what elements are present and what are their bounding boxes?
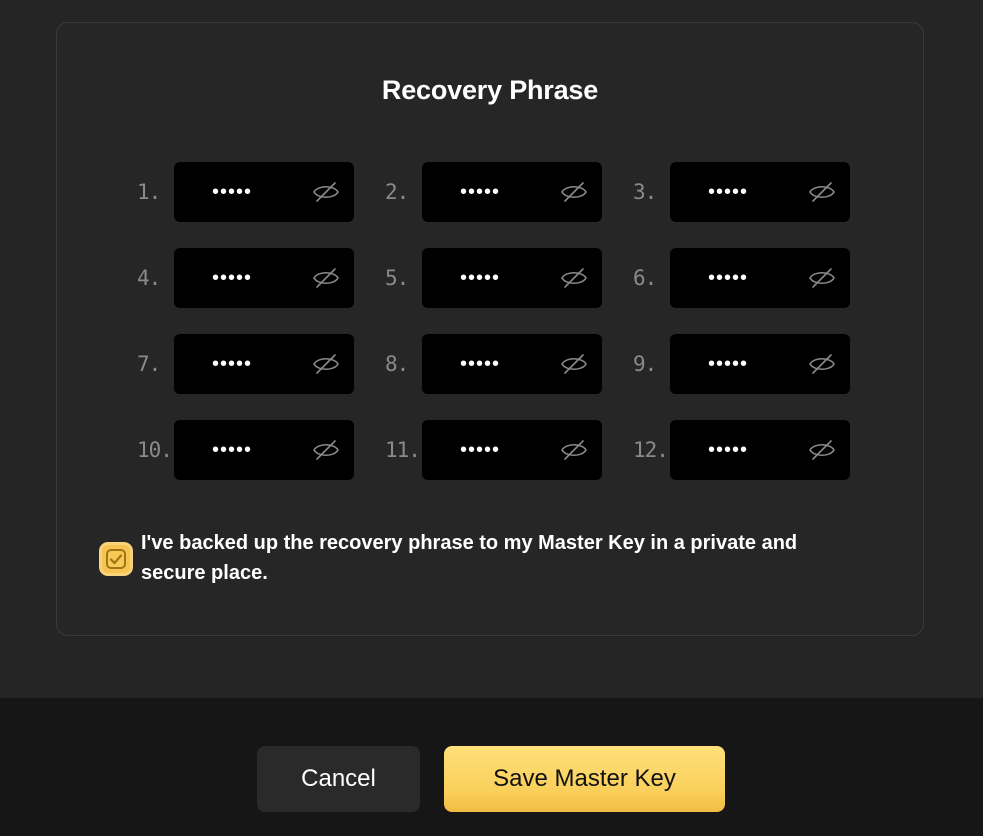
word-field[interactable]: ••••• [670,334,850,394]
word-field[interactable]: ••••• [174,248,354,308]
word-number: 6. [633,266,657,290]
cancel-button[interactable]: Cancel [257,746,420,812]
masked-word: ••••• [212,181,253,203]
word-number: 5. [385,266,409,290]
masked-word: ••••• [460,439,501,461]
checkmark-icon [109,554,123,565]
word-number: 2. [385,180,409,204]
eye-slash-icon[interactable] [808,438,836,462]
eye-slash-icon[interactable] [312,266,340,290]
eye-slash-icon[interactable] [312,180,340,204]
acknowledgement-label: I've backed up the recovery phrase to my… [141,532,798,584]
eye-slash-icon[interactable] [312,352,340,376]
word-field[interactable]: ••••• [670,420,850,480]
masked-word: ••••• [460,181,501,203]
recovery-word-grid: 1. ••••• 2. ••••• 3. ••••• 4. ••••• 5. ••••• 6. •••… [137,162,861,480]
recovery-word-4: 4. ••••• [137,248,365,308]
masked-word: ••••• [212,439,253,461]
word-field[interactable]: ••••• [174,334,354,394]
word-number: 9. [633,352,657,376]
eye-slash-icon[interactable] [560,180,588,204]
word-number: 8. [385,352,409,376]
word-number: 7. [137,352,161,376]
word-field[interactable]: ••••• [174,162,354,222]
recovery-word-7: 7. ••••• [137,334,365,394]
word-number: 11. [385,438,421,462]
acknowledgement-checkbox[interactable] [99,542,133,576]
recovery-phrase-card: Recovery Phrase 1. ••••• 2. ••••• 3. ••••• 4. •… [56,22,924,636]
word-number: 10. [137,438,173,462]
save-master-key-button[interactable]: Save Master Key [444,746,725,812]
recovery-word-12: 12. ••••• [633,420,861,480]
checkbox-inner [106,549,126,569]
word-field[interactable]: ••••• [670,248,850,308]
recovery-word-10: 10. ••••• [137,420,365,480]
word-number: 12. [633,438,669,462]
word-field[interactable]: ••••• [670,162,850,222]
recovery-word-3: 3. ••••• [633,162,861,222]
footer-bar: Cancel Save Master Key [0,698,983,836]
word-number: 1. [137,180,161,204]
recovery-word-1: 1. ••••• [137,162,365,222]
word-field[interactable]: ••••• [422,334,602,394]
masked-word: ••••• [708,353,749,375]
recovery-word-5: 5. ••••• [385,248,613,308]
recovery-word-6: 6. ••••• [633,248,861,308]
recovery-word-8: 8. ••••• [385,334,613,394]
eye-slash-icon[interactable] [560,266,588,290]
word-field[interactable]: ••••• [422,420,602,480]
masked-word: ••••• [212,353,253,375]
card-title: Recovery Phrase [381,75,599,105]
recovery-word-9: 9. ••••• [633,334,861,394]
recovery-word-11: 11. ••••• [385,420,613,480]
word-field[interactable]: ••••• [422,162,602,222]
eye-slash-icon[interactable] [808,266,836,290]
content-area: Recovery Phrase 1. ••••• 2. ••••• 3. ••••• 4. •… [0,0,983,698]
eye-slash-icon[interactable] [808,180,836,204]
word-field[interactable]: ••••• [174,420,354,480]
word-number: 3. [633,180,657,204]
masked-word: ••••• [708,439,749,461]
word-field[interactable]: ••••• [422,248,602,308]
masked-word: ••••• [708,181,749,203]
eye-slash-icon[interactable] [808,352,836,376]
recovery-word-2: 2. ••••• [385,162,613,222]
masked-word: ••••• [460,267,501,289]
eye-slash-icon[interactable] [560,438,588,462]
masked-word: ••••• [460,353,501,375]
eye-slash-icon[interactable] [312,438,340,462]
eye-slash-icon[interactable] [560,352,588,376]
masked-word: ••••• [708,267,749,289]
word-number: 4. [137,266,161,290]
masked-word: ••••• [212,267,253,289]
